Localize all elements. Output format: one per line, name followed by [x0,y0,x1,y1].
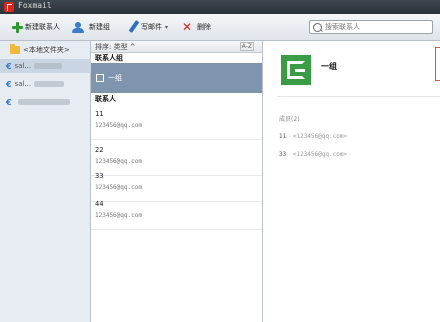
write-mail-label: 写邮件 [141,23,162,31]
pen-icon [128,21,138,33]
contact-email: 123456@qq.com [95,158,142,165]
search-box[interactable] [309,20,433,34]
title-bar: Foxmail [0,0,440,14]
redacted-text [34,81,65,87]
group-detail-pane: 一组 成员(2) 11 <123456@qq.com> 33 <123456@q… [263,41,440,322]
group-item[interactable]: 一组 [91,63,262,93]
contacts-section-header: 联系人 [95,95,116,103]
contact-list: 排序: 类型 ^ A-Z 联系人组 一组 联系人 11 123456@qq.co… [91,41,263,322]
contact-email: 123456@qq.com [95,122,142,129]
account-item-3[interactable]: € [0,95,96,109]
member-name: 11 [279,133,287,140]
list-header: 排序: 类型 ^ A-Z [91,41,262,53]
new-group-label: 新建组 [89,23,110,31]
toolbar: 新建联系人 新建组 写邮件 ▾ ✕ 删除 [0,14,440,41]
foxmail-logo-icon [4,2,14,12]
new-group-button[interactable]: 新建组 [72,19,110,35]
new-contact-label: 新建联系人 [25,23,60,31]
write-mail-button[interactable]: 写邮件 ▾ [128,19,168,35]
contact-row[interactable]: 11 123456@qq.com [91,104,262,140]
redacted-text [34,63,63,69]
member-name: 33 [279,151,287,158]
sort-selector[interactable]: 排序: 类型 ^ [95,42,136,52]
contact-name: 33 [95,172,104,180]
group-avatar-icon [281,55,311,85]
window-title: Foxmail [18,1,52,10]
member-email: <123456@qq.com> [292,151,348,158]
search-icon [313,22,322,32]
contact-row[interactable]: 44 123456@qq.com [91,194,262,230]
members-label: 成员(2) [279,116,300,123]
divider [277,96,440,97]
new-contact-button[interactable]: 新建联系人 [12,19,60,35]
account-label: sal... [14,62,32,70]
account-icon: € [6,79,12,89]
groups-section-header: 联系人组 [95,54,123,62]
local-folder-item[interactable]: <本地文件夹> [0,43,90,57]
plus-icon [12,22,23,33]
search-input[interactable] [325,23,425,31]
redacted-text [17,99,70,105]
az-index-button[interactable]: A-Z [239,42,254,51]
local-folder-label: <本地文件夹> [23,46,70,54]
delete-label: 删除 [197,23,211,31]
member-item[interactable]: 33 <123456@qq.com> [279,151,347,158]
folder-icon [10,44,20,54]
panel-edge [435,47,440,81]
contact-email: 123456@qq.com [95,212,142,219]
contact-email: 123456@qq.com [95,184,142,191]
account-item-2[interactable]: € sal... [0,77,96,91]
account-icon: € [6,61,12,71]
account-label: sal... [14,80,32,88]
contact-name: 44 [95,200,104,208]
chevron-down-icon[interactable]: ▾ [165,24,168,31]
account-icon: € [6,97,12,107]
contact-name: 11 [95,110,104,118]
member-item[interactable]: 11 <123456@qq.com> [279,133,347,140]
group-item-label: 一组 [108,74,122,82]
folder-pane: <本地文件夹> € sal... € sal... € [0,41,96,322]
delete-icon: ✕ [182,20,193,34]
contact-name: 22 [95,146,104,154]
group-square-icon [96,74,104,82]
group-icon [72,21,86,33]
account-item-1[interactable]: € sal... [0,59,96,73]
delete-button[interactable]: ✕ 删除 [182,19,211,35]
group-title: 一组 [321,62,337,71]
member-email: <123456@qq.com> [292,133,348,140]
